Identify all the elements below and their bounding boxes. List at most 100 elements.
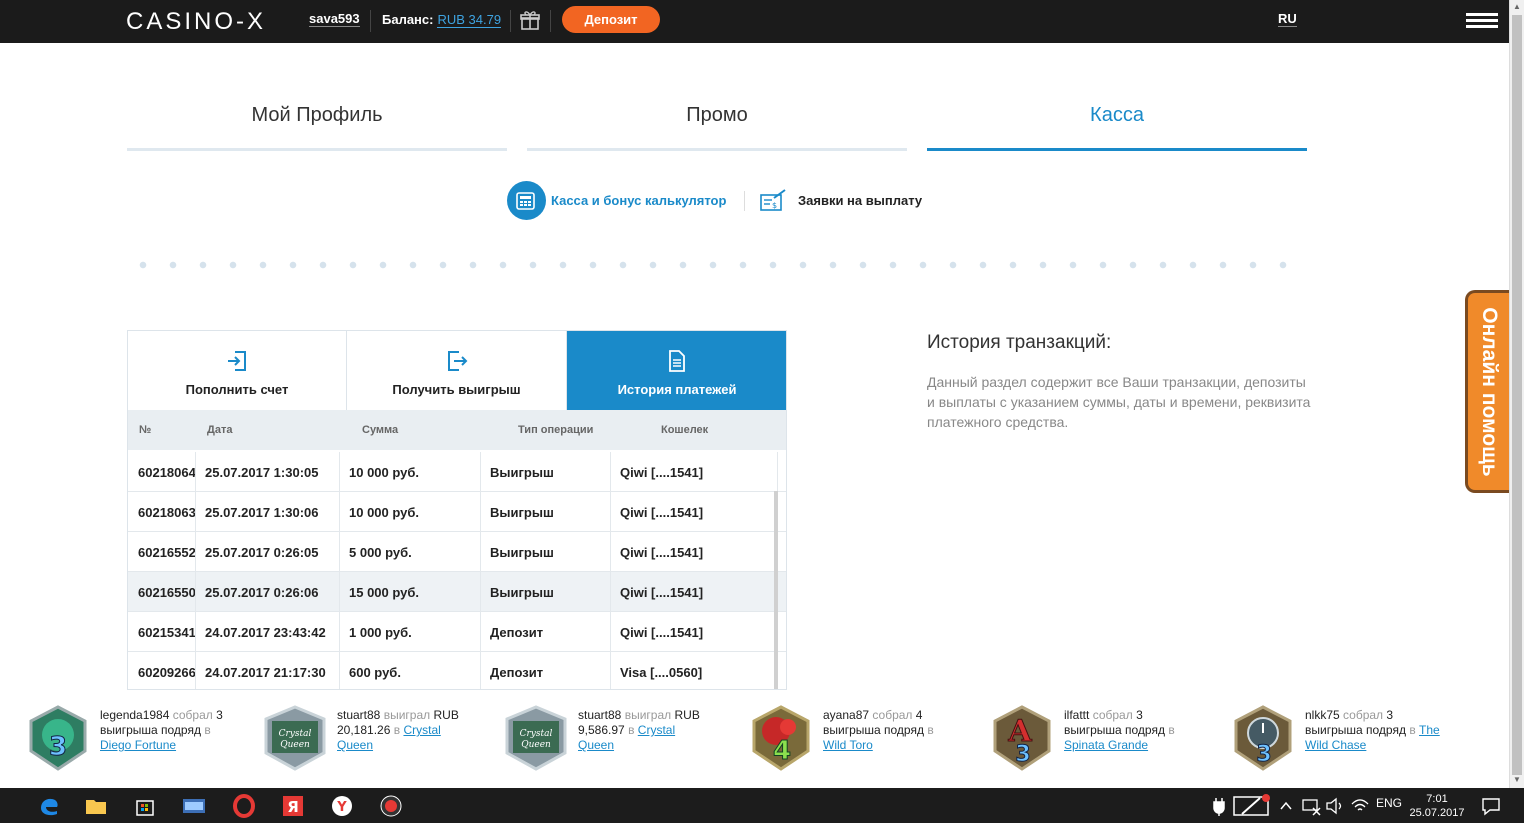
notifications-icon[interactable] <box>1480 794 1502 818</box>
spinata-grande-badge-icon[interactable]: A 3 <box>987 703 1057 773</box>
column-divider <box>339 452 340 689</box>
diego-fortune-badge-icon[interactable]: 3 <box>23 703 93 773</box>
cell-id: 60209266 <box>138 665 196 680</box>
casino-logo[interactable]: CASINO-X <box>126 8 266 36</box>
cell-type: Депозит <box>490 625 544 640</box>
table-row[interactable]: 60218064 25.07.2017 1:30:05 10 000 руб. … <box>128 452 786 492</box>
input-language[interactable]: ENG <box>1376 796 1402 810</box>
tab-cashier[interactable]: Касса <box>927 96 1307 151</box>
table-scrollbar[interactable] <box>774 491 778 689</box>
edge-browser-icon[interactable] <box>37 794 61 818</box>
subnav-withdraw-requests[interactable]: $ Заявки на выплату <box>760 188 922 212</box>
opera-icon[interactable] <box>232 794 256 818</box>
yandex-browser-icon[interactable]: Y <box>330 794 354 818</box>
balance-value[interactable]: RUB 34.79 <box>437 12 502 28</box>
network-disconnected-icon[interactable] <box>1300 794 1322 818</box>
tab-deposit-account[interactable]: Пополнить счет <box>128 331 347 410</box>
crystal-queen-badge-icon[interactable]: Crystal Queen <box>501 703 571 773</box>
winner-text: stuart88 выиграл RUB 9,586.97 в Crystal … <box>578 708 700 752</box>
balance: Баланс: RUB 34.79 <box>382 12 502 28</box>
table-row[interactable]: 60216552 25.07.2017 0:26:05 5 000 руб. В… <box>128 532 786 572</box>
winner-text: legenda1984 собрал 3 выигрыша подряд в D… <box>100 708 223 752</box>
table-row[interactable]: 60209266 24.07.2017 21:17:30 600 руб. Де… <box>128 652 786 689</box>
winner-text: ilfattt собрал 3 выигрыша подряд в Spina… <box>1064 708 1175 752</box>
tab-payment-history[interactable]: История платежей <box>567 331 786 418</box>
balance-label: Баланс: <box>382 12 434 27</box>
column-divider <box>480 452 481 689</box>
scroll-up-arrow-icon[interactable]: ▲ <box>1513 2 1521 11</box>
show-hidden-icons-icon[interactable] <box>1278 794 1294 818</box>
store-icon[interactable] <box>133 794 157 818</box>
online-help-label: Онлайн помощь <box>1477 306 1501 477</box>
login-arrow-icon <box>228 351 246 371</box>
tab-promo[interactable]: Промо <box>527 96 907 151</box>
power-plug-icon[interactable] <box>1208 794 1232 818</box>
svg-text:3: 3 <box>1256 742 1271 767</box>
subnav-calculator[interactable]: Касса и бонус калькулятор <box>507 181 726 220</box>
cell-date: 25.07.2017 0:26:06 <box>205 585 319 600</box>
cell-wallet: Qiwi [....1541] <box>620 625 704 640</box>
game-link[interactable]: Wild Toro <box>823 738 873 752</box>
dotted-divider <box>128 261 1308 269</box>
winner-text: nlkk75 собрал 3 выигрыша подряд в The Wi… <box>1305 708 1440 752</box>
wild-chase-badge-icon[interactable]: 3 <box>1228 703 1298 773</box>
game-link[interactable]: Wild Chase <box>1305 738 1366 752</box>
col-number: № <box>139 424 152 436</box>
game-link[interactable]: Crystal <box>638 723 675 737</box>
svg-text:Я: Я <box>287 798 299 816</box>
cell-type: Выигрыш <box>490 465 554 480</box>
record-icon[interactable] <box>379 794 403 818</box>
file-explorer-icon[interactable] <box>84 794 108 818</box>
calculator-icon <box>507 181 546 220</box>
username-link[interactable]: sava593 <box>309 11 360 27</box>
winner-text: stuart88 выиграл RUB 20,181.26 в Crystal… <box>337 708 459 752</box>
col-amount: Сумма <box>362 424 399 436</box>
wifi-icon[interactable] <box>1350 794 1370 818</box>
yandex-icon[interactable]: Я <box>281 794 305 818</box>
cell-id: 60218063 <box>138 505 196 520</box>
logout-arrow-icon <box>447 351 467 371</box>
cell-type: Выигрыш <box>490 585 554 600</box>
cell-id: 60218064 <box>138 465 196 480</box>
winner-text: ayana87 собрал 4 выигрыша подряд в Wild … <box>823 708 934 752</box>
volume-icon[interactable] <box>1325 794 1345 818</box>
tab-my-profile[interactable]: Мой Профиль <box>127 96 507 151</box>
page-scrollbar[interactable]: ▲ ▼ <box>1509 0 1524 788</box>
col-wallet: Кошелек <box>661 424 709 436</box>
cell-date: 24.07.2017 21:17:30 <box>205 665 326 680</box>
app-icon[interactable] <box>182 794 206 818</box>
language-selector[interactable]: RU <box>1278 11 1297 27</box>
scroll-down-arrow-icon[interactable]: ▼ <box>1513 775 1521 784</box>
cell-wallet: Qiwi [....1541] <box>620 545 704 560</box>
table-row[interactable]: 60218063 25.07.2017 1:30:06 10 000 руб. … <box>128 492 786 532</box>
pen-workspace-icon[interactable] <box>1232 794 1272 818</box>
cell-type: Выигрыш <box>490 545 554 560</box>
cell-amount: 5 000 руб. <box>349 545 412 560</box>
cell-amount: 10 000 руб. <box>349 465 420 480</box>
game-link[interactable]: The <box>1419 723 1440 737</box>
wild-toro-badge-icon[interactable]: 4 <box>746 703 816 773</box>
scrollbar-thumb[interactable] <box>1512 15 1522 775</box>
game-link[interactable]: Queen <box>337 738 373 752</box>
tab-withdraw[interactable]: Получить выигрыш <box>347 331 567 410</box>
clock-time: 7:01 <box>1426 793 1448 805</box>
game-link[interactable]: Crystal <box>403 723 440 737</box>
crystal-queen-badge-icon[interactable]: Crystal Queen <box>260 703 330 773</box>
cell-amount: 600 руб. <box>349 665 401 680</box>
cell-amount: 1 000 руб. <box>349 625 412 640</box>
cell-wallet: Qiwi [....1541] <box>620 505 704 520</box>
game-link[interactable]: Diego Fortune <box>100 738 176 752</box>
gift-icon[interactable] <box>519 9 541 31</box>
game-link[interactable]: Spinata Grande <box>1064 738 1148 752</box>
online-help-button[interactable]: Онлайн помощь <box>1465 290 1509 493</box>
subnav-withdraw-label: Заявки на выплату <box>798 192 923 208</box>
game-link[interactable]: Queen <box>578 738 614 752</box>
cell-wallet: Qiwi [....1541] <box>620 585 704 600</box>
table-row[interactable]: 60215341 24.07.2017 23:43:42 1 000 руб. … <box>128 612 786 652</box>
deposit-button[interactable]: Депозит <box>562 6 660 33</box>
svg-text:3: 3 <box>49 732 67 762</box>
hamburger-menu-icon[interactable] <box>1466 13 1498 29</box>
system-clock[interactable]: 7:01 25.07.2017 <box>1407 792 1467 820</box>
table-row[interactable]: 60216550 25.07.2017 0:26:06 15 000 руб. … <box>128 572 786 612</box>
cell-date: 25.07.2017 0:26:05 <box>205 545 319 560</box>
